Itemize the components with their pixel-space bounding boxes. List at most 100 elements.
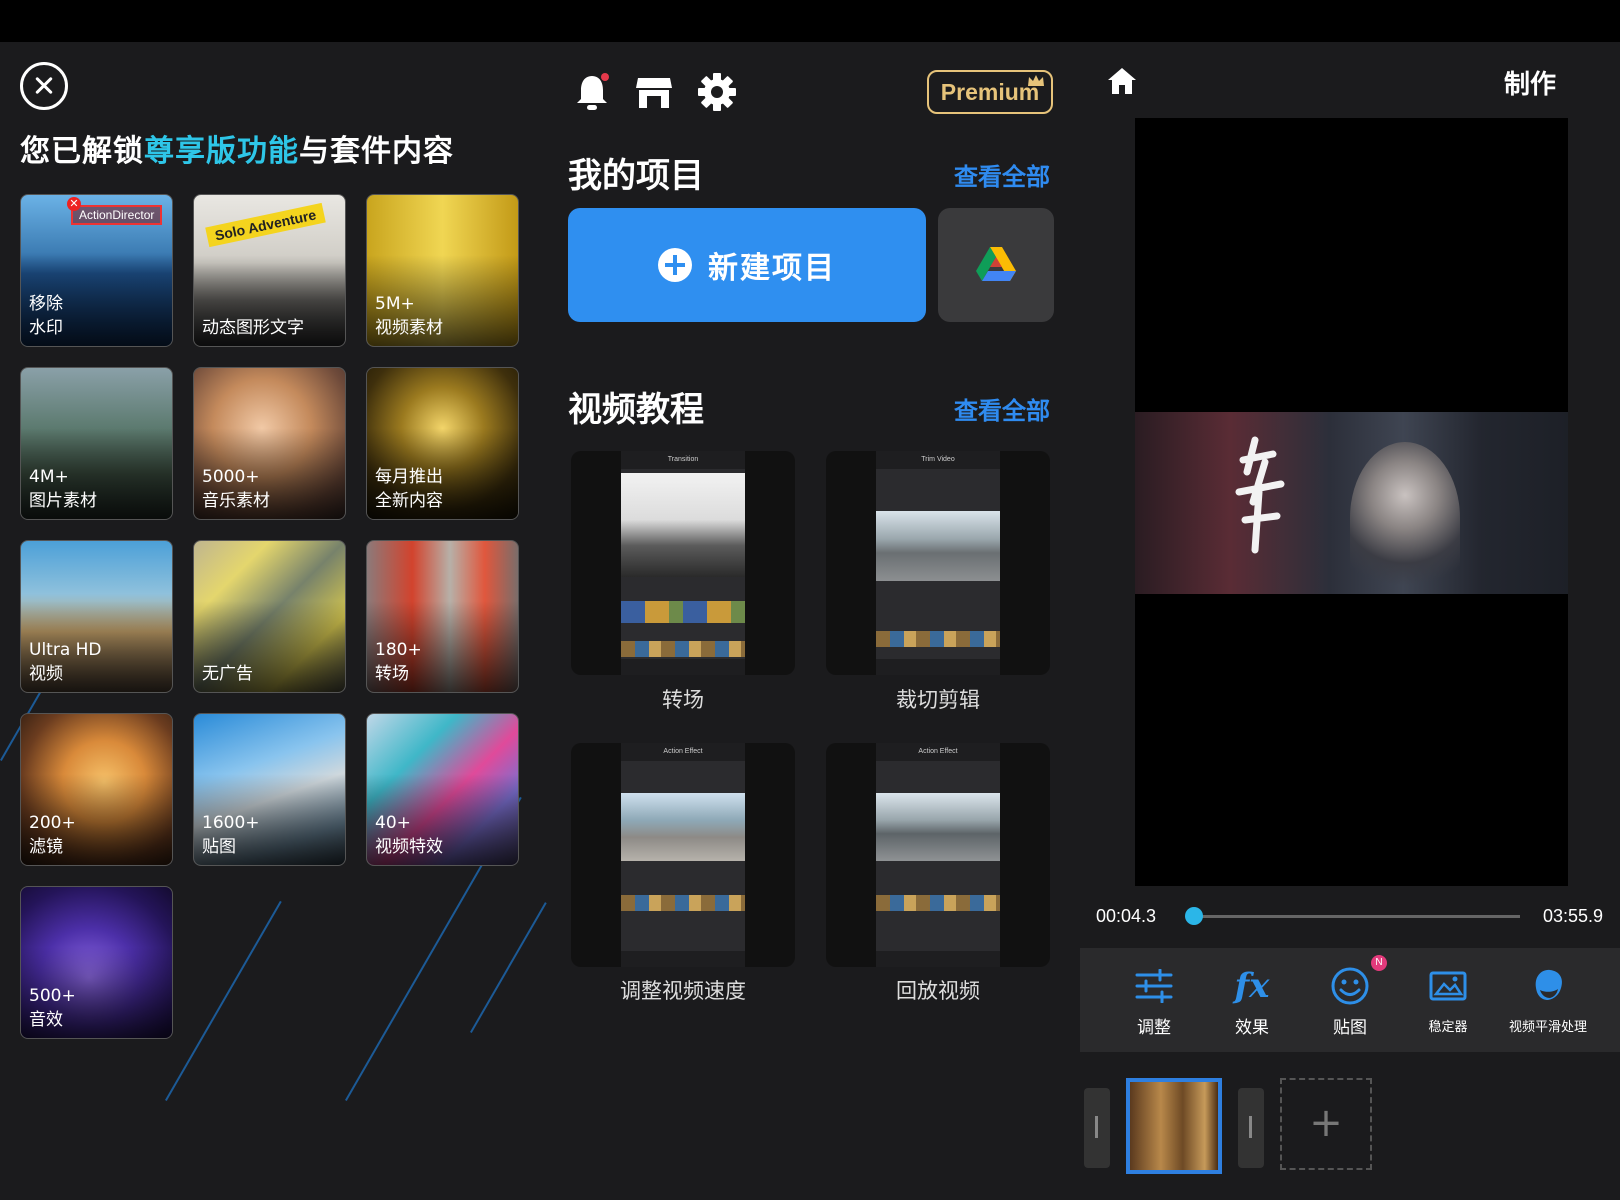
clip-strip: [621, 895, 745, 911]
google-drive-icon: [976, 247, 1016, 281]
decor-stripe: [165, 900, 282, 1101]
tile-label: 移除 水印: [29, 294, 63, 338]
tutorial-card-trim[interactable]: Trim Video: [826, 451, 1050, 675]
status-bar: [0, 0, 1620, 42]
feature-tile-stock-video: 5M+ 视频素材: [366, 194, 519, 347]
tool-effects[interactable]: fx 效果: [1204, 963, 1300, 1038]
view-all-projects-link[interactable]: 查看全部: [954, 157, 1050, 192]
timeline-handle-left[interactable]: [1084, 1088, 1110, 1168]
preview-image: [621, 793, 745, 861]
tile-label: 500+ 音效: [29, 986, 76, 1030]
tile-label: Ultra HD 视频: [29, 640, 102, 684]
unlock-title-prefix: 您已解锁: [20, 134, 144, 169]
tile-label: 4M+ 图片素材: [29, 467, 97, 511]
phone-nav-bar: [876, 659, 1000, 675]
home-icon[interactable]: [1106, 66, 1138, 96]
tool-smooth[interactable]: 视频平滑处理: [1500, 963, 1596, 1035]
plus-circle-icon: [658, 248, 692, 282]
tile-label: 180+ 转场: [375, 640, 422, 684]
phone-mockup: Action Effect: [876, 743, 1000, 967]
fx-icon: fx: [1234, 966, 1270, 1006]
feature-tile-transitions: 180+ 转场: [366, 540, 519, 693]
clip-strip: [876, 631, 1000, 647]
premium-label: Premium: [940, 79, 1040, 105]
gear-icon[interactable]: [697, 72, 737, 112]
google-drive-button[interactable]: [938, 208, 1054, 322]
screen-title: Transition: [621, 451, 745, 469]
tool-label: 贴图: [1333, 1018, 1367, 1038]
new-project-button[interactable]: 新建项目: [568, 208, 926, 322]
close-button[interactable]: [20, 62, 68, 110]
premium-button[interactable]: Premium: [927, 70, 1053, 114]
add-clip-button[interactable]: +: [1280, 1078, 1372, 1170]
bell-icon[interactable]: [572, 72, 612, 112]
transition-options: [621, 601, 745, 623]
new-project-label: 新建项目: [708, 251, 836, 286]
tutorial-label: 回放视频: [896, 979, 980, 1003]
preview-image: [876, 511, 1000, 581]
tile-label: 5000+ 音乐素材: [202, 467, 270, 511]
tile-label: 5M+ 视频素材: [375, 294, 443, 338]
tile-label: 1600+ 贴图: [202, 813, 260, 857]
crown-icon: [1028, 75, 1044, 86]
screen-title: Trim Video: [876, 451, 1000, 469]
video-frame: [1135, 412, 1568, 594]
sliders-icon: [1106, 963, 1202, 1009]
tutorial-card-reverse[interactable]: Action Effect: [826, 743, 1050, 967]
clip-strip: [876, 895, 1000, 911]
tool-label: 视频平滑处理: [1508, 1020, 1587, 1035]
tutorial-label: 裁切剪辑: [896, 688, 980, 712]
tile-label: 每月推出 全新内容: [375, 467, 443, 511]
store-icon[interactable]: [634, 72, 674, 112]
tile-label: 200+ 滤镜: [29, 813, 76, 857]
tool-label: 效果: [1235, 1018, 1269, 1038]
seek-knob[interactable]: [1184, 907, 1203, 925]
tile-label: 无广告: [202, 664, 253, 684]
phone-nav-bar: [621, 659, 745, 675]
tutorials-title: 视频教程: [568, 390, 704, 430]
tool-stickers[interactable]: 贴图: [1302, 963, 1398, 1038]
timeline-clip[interactable]: [1126, 1078, 1222, 1174]
seek-track[interactable]: [1188, 915, 1520, 918]
tutorial-label: 调整视频速度: [620, 979, 746, 1003]
total-time: 03:55.9: [1543, 906, 1604, 926]
feature-tile-monthly-content: 每月推出 全新内容: [366, 367, 519, 520]
clip-strip: [621, 641, 745, 657]
new-badge: N: [1371, 955, 1387, 971]
tool-label: 调整: [1137, 1018, 1171, 1038]
feature-tile-stickers: 1600+ 贴图: [193, 713, 346, 866]
feature-tile-motion-titles: Solo Adventure 动态图形文字: [193, 194, 346, 347]
timeline-handle-right[interactable]: [1238, 1088, 1264, 1168]
calligraphy-title-art: [1225, 432, 1295, 562]
my-projects-title: 我的项目: [568, 156, 704, 196]
preview-image: [876, 793, 1000, 861]
current-time: 00:04.3: [1096, 906, 1157, 926]
feature-tile-no-ads: 无广告: [193, 540, 346, 693]
tile-label: 动态图形文字: [202, 318, 304, 338]
view-all-tutorials-link[interactable]: 查看全部: [954, 391, 1050, 426]
preview-image: [621, 473, 745, 577]
smooth-face-icon: [1500, 963, 1596, 1009]
tool-label: 稳定器: [1428, 1020, 1468, 1035]
solo-adventure-tag: Solo Adventure: [205, 202, 326, 248]
phone-nav-bar: [876, 951, 1000, 967]
feature-tile-stock-images: 4M+ 图片素材: [20, 367, 173, 520]
tutorial-card-speed[interactable]: Action Effect: [571, 743, 795, 967]
unlock-title-suffix: 与套件内容: [299, 134, 454, 169]
tool-stabilizer[interactable]: 稳定器: [1400, 963, 1496, 1035]
decor-stripe: [470, 902, 547, 1033]
make-label[interactable]: 制作: [1504, 64, 1556, 101]
unlock-title-highlight: 尊享版功能: [144, 134, 299, 169]
smiley-icon: [1302, 963, 1398, 1009]
unlock-title: 您已解锁尊享版功能与套件内容: [20, 126, 454, 170]
feature-tile-stock-music: 5000+ 音乐素材: [193, 367, 346, 520]
screen-title: Action Effect: [621, 743, 745, 761]
tool-adjust[interactable]: 调整: [1106, 963, 1202, 1038]
feature-tile-filters: 200+ 滤镜: [20, 713, 173, 866]
feature-tile-remove-watermark: ActionDirector ✕ 移除 水印: [20, 194, 173, 347]
stabilizer-icon: [1400, 963, 1496, 1009]
remove-x-icon: ✕: [67, 197, 81, 211]
tutorial-card-transition[interactable]: Transition: [571, 451, 795, 675]
phone-mockup: Trim Video: [876, 451, 1000, 675]
watermark-badge: ActionDirector: [71, 205, 163, 225]
